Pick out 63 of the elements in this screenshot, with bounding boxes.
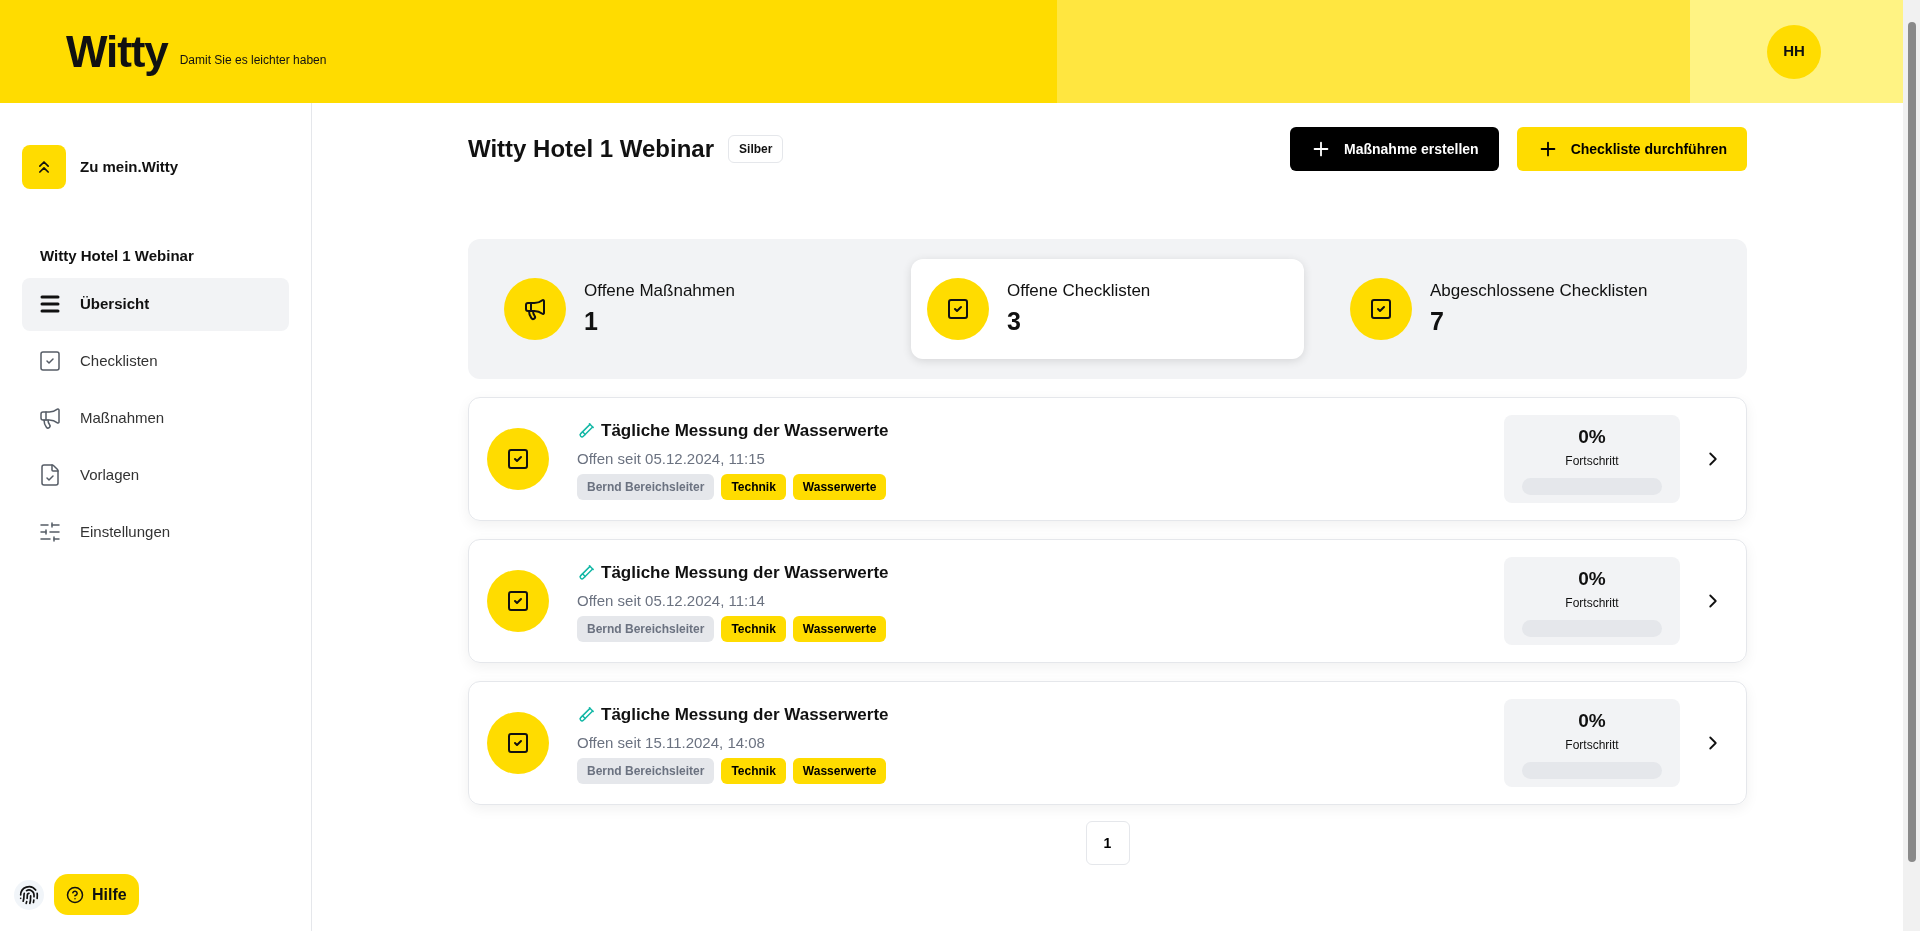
person-tag: Bernd Bereichsleiter bbox=[577, 474, 715, 500]
stat-value: 1 bbox=[584, 306, 599, 337]
help-button[interactable]: Hilfe bbox=[54, 874, 139, 915]
checkbox-icon bbox=[506, 447, 530, 471]
nav-item[interactable]: Checklisten bbox=[22, 334, 289, 388]
progress-percent: 0% bbox=[1578, 567, 1606, 592]
checklist-title: Tägliche Messung der Wasserwerte bbox=[601, 704, 889, 726]
fingerprint-button[interactable] bbox=[14, 879, 44, 910]
nav-item[interactable]: Maßnahmen bbox=[22, 391, 289, 445]
progress-label: Fortschritt bbox=[1565, 594, 1619, 612]
checklist-date: Offen seit 05.12.2024, 11:15 bbox=[577, 448, 766, 469]
person-tag: Bernd Bereichsleiter bbox=[577, 758, 715, 784]
checklist-card[interactable]: Tägliche Messung der Wasserwerte Offen seit 05.12.2024, 11:14 Bernd Bereichsleiter Technik Wasserwerte 0% Fortschritt bbox=[468, 539, 1747, 663]
help-icon bbox=[66, 885, 84, 904]
megaphone-icon bbox=[523, 297, 547, 321]
stat-value: 7 bbox=[1430, 306, 1445, 337]
checklist-card[interactable]: Tägliche Messung der Wasserwerte Offen seit 15.11.2024, 14:08 Bernd Bereichsleiter Technik Wasserwerte 0% Fortschritt bbox=[468, 681, 1747, 805]
checklist-date: Offen seit 15.11.2024, 14:08 bbox=[577, 732, 766, 753]
checklist-title: Tägliche Messung der Wasserwerte bbox=[601, 562, 889, 584]
stat-value: 3 bbox=[1007, 306, 1022, 337]
checklist-date: Offen seit 05.12.2024, 11:14 bbox=[577, 590, 766, 611]
nav-item[interactable]: Übersicht bbox=[22, 277, 289, 331]
stat-card[interactable]: Offene Checklisten 3 bbox=[911, 259, 1304, 359]
logo[interactable]: Witty bbox=[66, 29, 168, 74]
action-button[interactable]: Maßnahme erstellen bbox=[1290, 127, 1499, 171]
tagline: Damit Sie es leichter haben bbox=[179, 51, 327, 69]
action-button[interactable]: Checkliste durchführen bbox=[1516, 127, 1747, 171]
category-tag: Wasserwerte bbox=[792, 758, 887, 784]
category-tag: Wasserwerte bbox=[792, 616, 887, 642]
back-link[interactable]: Zu mein.Witty bbox=[80, 155, 179, 179]
nav-item[interactable]: Vorlagen bbox=[22, 448, 289, 502]
stat-label: Offene Maßnahmen bbox=[584, 279, 735, 302]
stat-label: Abgeschlossene Checklisten bbox=[1430, 279, 1648, 302]
nav-item[interactable]: Einstellungen bbox=[22, 505, 289, 559]
stat-card[interactable]: Offene Maßnahmen 1 bbox=[488, 259, 881, 359]
user-avatar[interactable]: HH bbox=[1767, 24, 1821, 79]
stat-card[interactable]: Abgeschlossene Checklisten 7 bbox=[1334, 259, 1727, 359]
back-button[interactable] bbox=[22, 145, 66, 189]
progress-percent: 0% bbox=[1578, 709, 1606, 734]
plan-label: Silber bbox=[728, 135, 784, 163]
page-title: Witty Hotel 1 Webinar bbox=[468, 134, 715, 164]
sliders-icon bbox=[38, 520, 62, 544]
checklist-title: Tägliche Messung der Wasserwerte bbox=[601, 420, 889, 442]
checkbox-icon bbox=[1369, 297, 1393, 321]
progress-label: Fortschritt bbox=[1565, 736, 1619, 754]
stat-label: Offene Checklisten bbox=[1007, 279, 1151, 302]
progress-percent: 0% bbox=[1578, 425, 1606, 450]
progress-label: Fortschritt bbox=[1565, 452, 1619, 470]
section-title: Witty Hotel 1 Webinar bbox=[40, 246, 195, 266]
page-button[interactable]: 1 bbox=[1085, 821, 1130, 865]
category-tag: Wasserwerte bbox=[792, 474, 887, 500]
checkbox-icon bbox=[946, 297, 970, 321]
category-tag: Technik bbox=[721, 474, 786, 500]
fingerprint-icon bbox=[19, 884, 39, 905]
document-check-icon bbox=[38, 463, 62, 487]
megaphone-icon bbox=[38, 406, 62, 430]
checkbox-icon bbox=[506, 731, 530, 755]
checkbox-icon bbox=[38, 349, 62, 373]
checkbox-icon bbox=[506, 589, 530, 613]
category-tag: Technik bbox=[721, 616, 786, 642]
checklist-card[interactable]: Tägliche Messung der Wasserwerte Offen seit 05.12.2024, 11:15 Bernd Bereichsleiter Technik Wasserwerte 0% Fortschritt bbox=[468, 397, 1747, 521]
category-tag: Technik bbox=[721, 758, 786, 784]
person-tag: Bernd Bereichsleiter bbox=[577, 616, 715, 642]
